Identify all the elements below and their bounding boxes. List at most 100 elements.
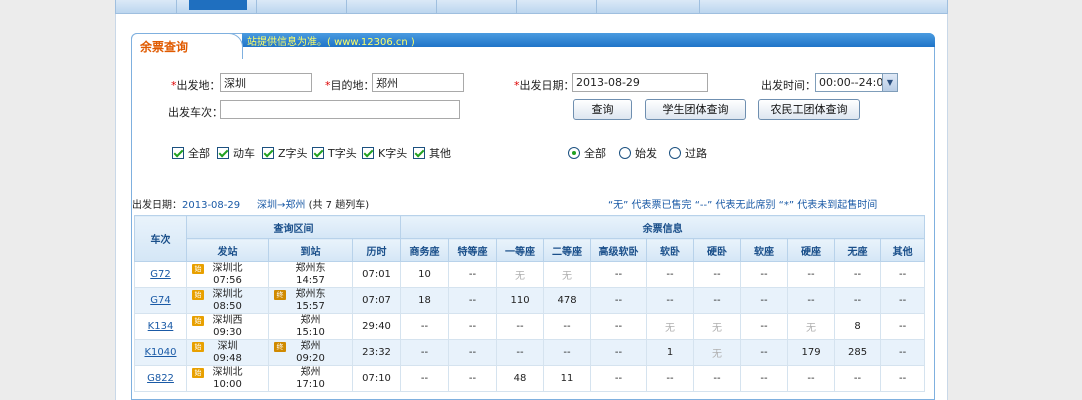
- origin-tag-icon: 始: [192, 316, 204, 326]
- seat-availability-cell: 179: [787, 339, 836, 366]
- train-number-link[interactable]: G72: [150, 269, 170, 280]
- time-select[interactable]: 00:00--24:00 ▼: [815, 73, 898, 92]
- col-hard-seat: 硬座: [787, 238, 836, 262]
- table-row[interactable]: G74 始深圳北 08:50 终郑州东 15:57 07:07 18 -- 110 478 -- --…: [134, 287, 926, 314]
- seat-availability-cell: --: [646, 261, 695, 288]
- nav-divider: [699, 0, 700, 14]
- to-station-cell: 郑州东 14:57: [268, 261, 353, 288]
- student-group-query-button[interactable]: 学生团体查询: [645, 99, 746, 120]
- train-number-link[interactable]: G822: [147, 373, 174, 384]
- col-other: 其他: [880, 238, 926, 262]
- table-row[interactable]: K1040 始深圳 09:48 终郑州 09:20 23:32 -- -- -- -- -- 1 无 --…: [134, 339, 926, 366]
- nav-divider: [176, 0, 177, 14]
- from-station-cell: 始深圳 09:48: [186, 339, 269, 366]
- top-navigation: [115, 0, 948, 14]
- filter-t-checkbox[interactable]: T字头: [312, 145, 357, 160]
- col-group-interval: 查询区间: [185, 215, 402, 239]
- col-from-station: 发站: [186, 238, 269, 262]
- train-number-link[interactable]: G74: [150, 295, 170, 306]
- filter-emu-checkbox[interactable]: 动车: [217, 145, 255, 160]
- seat-availability-cell: --: [400, 339, 450, 366]
- filter-other-checkbox[interactable]: 其他: [413, 145, 451, 160]
- arrival-time: 17:10: [296, 378, 325, 390]
- table-row[interactable]: G822 始深圳北 10:00 郑州 17:10 07:10 -- -- 48 11 -- -- -- -…: [134, 365, 926, 392]
- train-number-link[interactable]: K134: [148, 321, 174, 332]
- arrival-time: 14:57: [296, 274, 325, 286]
- col-to-station: 到站: [268, 238, 353, 262]
- train-label: 出发车次：: [168, 106, 223, 119]
- col-group-remaining: 余票信息: [400, 215, 926, 239]
- seat-availability-cell: 110: [496, 287, 545, 314]
- terminal-tag-icon: 终: [274, 290, 286, 300]
- nav-divider: [596, 0, 597, 14]
- col-soft-seat: 软座: [740, 238, 789, 262]
- to-label: *目的地：: [325, 79, 375, 92]
- seat-availability-cell: --: [880, 365, 926, 392]
- col-no-seat: 无座: [834, 238, 882, 262]
- from-station-cell: 始深圳北 08:50: [186, 287, 269, 314]
- station-all-radio[interactable]: 全部: [568, 145, 606, 161]
- duration-cell: 07:01: [351, 261, 402, 288]
- to-station-cell: 终郑州 09:20: [268, 339, 353, 366]
- seat-availability-cell: --: [590, 365, 648, 392]
- departure-time: 10:00: [213, 378, 242, 390]
- to-station-name: 郑州东: [295, 262, 326, 274]
- seat-availability-cell: 1: [646, 339, 695, 366]
- table-row[interactable]: K134 始深圳西 09:30 郑州 15:10 29:40 -- -- -- -- -- 无无 -- 无…: [134, 313, 926, 340]
- seat-availability-cell: --: [543, 339, 592, 366]
- seat-availability-cell: --: [448, 339, 498, 366]
- seat-availability-cell: --: [646, 365, 695, 392]
- query-button[interactable]: 查询: [573, 99, 632, 120]
- seat-availability-cell: --: [590, 261, 648, 288]
- seat-availability-cell: --: [496, 313, 545, 340]
- nav-selected-tab[interactable]: [189, 0, 247, 10]
- panel-header-bar: 站提供信息为准。( www.12306.cn ): [242, 33, 935, 48]
- seat-availability-cell: --: [740, 313, 789, 340]
- seat-availability-cell: --: [590, 313, 648, 340]
- seat-availability-cell: --: [590, 287, 648, 314]
- train-number-cell: G822: [134, 365, 187, 392]
- date-input[interactable]: [572, 73, 708, 92]
- seat-availability-cell: --: [400, 313, 450, 340]
- time-label: 出发时间：: [761, 79, 816, 92]
- seat-availability-cell: --: [834, 365, 882, 392]
- seat-availability-cell: --: [787, 287, 836, 314]
- seat-availability-cell: --: [834, 261, 882, 288]
- train-number-link[interactable]: K1040: [144, 347, 176, 358]
- seat-availability-cell: 11: [543, 365, 592, 392]
- to-station-name: 郑州: [300, 314, 321, 326]
- seat-availability-cell: --: [880, 313, 926, 340]
- seat-availability-cell: --: [646, 287, 695, 314]
- seat-availability-cell: --: [787, 365, 836, 392]
- migrant-group-query-button[interactable]: 农民工团体查询: [758, 99, 860, 120]
- from-station-cell: 始深圳北 10:00: [186, 365, 269, 392]
- station-origin-radio[interactable]: 始发: [619, 145, 657, 161]
- train-number-cell: G74: [134, 287, 187, 314]
- col-first-class: 一等座: [496, 238, 545, 262]
- origin-tag-icon: 始: [192, 290, 204, 300]
- station-passing-radio[interactable]: 过路: [669, 145, 707, 161]
- train-number-cell: G72: [134, 261, 187, 288]
- seat-availability-cell: --: [448, 287, 498, 314]
- arrival-time: 15:10: [296, 326, 325, 338]
- filter-z-checkbox[interactable]: Z字头: [262, 145, 308, 160]
- seat-availability-cell: 无: [543, 261, 592, 288]
- col-deluxe-sleeper: 高级软卧: [590, 238, 648, 262]
- to-station-cell: 郑州 17:10: [268, 365, 353, 392]
- train-number-cell: K134: [134, 313, 187, 340]
- to-station-name: 郑州: [300, 366, 321, 378]
- filter-all-checkbox[interactable]: 全部: [172, 145, 210, 160]
- seat-availability-cell: 无: [693, 313, 742, 340]
- from-station-input[interactable]: [220, 73, 312, 92]
- train-number-input[interactable]: [220, 100, 460, 119]
- seat-availability-cell: --: [693, 261, 742, 288]
- train-number-cell: K1040: [134, 339, 187, 366]
- chevron-down-icon[interactable]: ▼: [882, 74, 897, 91]
- seat-availability-cell: --: [880, 261, 926, 288]
- col-soft-sleeper: 软卧: [646, 238, 695, 262]
- filter-k-checkbox[interactable]: K字头: [362, 145, 407, 160]
- table-row[interactable]: G72 始深圳北 07:56 郑州东 14:57 07:01 10 -- 无无 -- -- -- -- -…: [134, 261, 926, 288]
- to-station-input[interactable]: [372, 73, 464, 92]
- terminal-tag-icon: 终: [274, 342, 286, 352]
- seat-availability-cell: 285: [834, 339, 882, 366]
